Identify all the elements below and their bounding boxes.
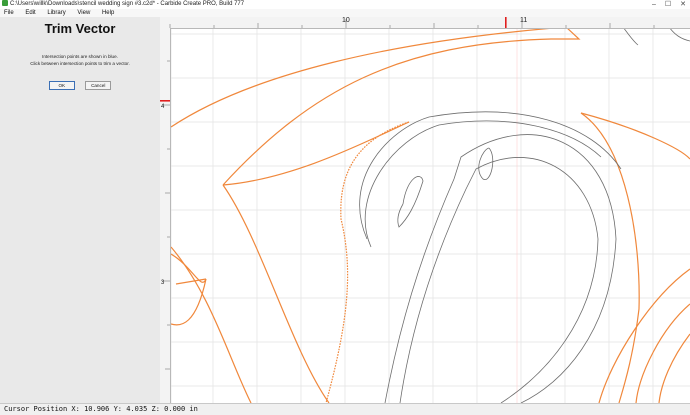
window-title: C:\Users\willk\Downloads\stencil wedding… [10, 1, 245, 7]
menu-bar: File Edit Library View Help [0, 9, 690, 17]
menu-edit[interactable]: Edit [25, 10, 35, 16]
ruler-label-3: 3 [161, 280, 165, 286]
minimize-button[interactable]: – [652, 1, 656, 8]
panel-buttons: OK Cancel [0, 74, 160, 92]
cancel-button[interactable]: Cancel [85, 81, 112, 90]
top-ruler-ticks [169, 17, 655, 28]
orange-vector-paths [171, 29, 690, 403]
close-button[interactable]: ✕ [680, 1, 686, 8]
ruler-label-10: 10 [342, 17, 350, 24]
window-controls: – ☐ ✕ [645, 0, 686, 9]
left-ruler-ticks [160, 60, 170, 370]
menu-view[interactable]: View [77, 10, 90, 16]
ruler-label-4: 4 [161, 104, 165, 110]
title-bar: C:\Users\willk\Downloads\stencil wedding… [0, 0, 690, 9]
left-ruler[interactable]: 4 3 [160, 28, 171, 403]
ok-button[interactable]: OK [48, 81, 75, 90]
instruction-line-1: Intersection points are shown in blue. [42, 54, 118, 59]
gray-letter-paths [359, 29, 690, 403]
cursor-x-marker [505, 17, 507, 28]
panel-title: Trim Vector [44, 21, 116, 36]
menu-library[interactable]: Library [47, 10, 65, 16]
top-ruler[interactable]: 10 11 [160, 17, 690, 29]
menu-help[interactable]: Help [102, 10, 114, 16]
instruction-line-2: Click between intersection points to tri… [30, 61, 130, 66]
cursor-position-readout: Cursor Position X: 10.906 Y: 4.035 Z: 0.… [4, 405, 198, 413]
design-canvas[interactable] [171, 29, 690, 403]
ruler-label-11: 11 [520, 17, 528, 24]
maximize-button[interactable]: ☐ [665, 1, 671, 8]
menu-file[interactable]: File [4, 10, 14, 16]
app-icon [2, 0, 8, 6]
grid-lines [171, 29, 690, 403]
trim-vector-panel: Trim Vector Intersection points are show… [0, 17, 161, 403]
cursor-y-marker [160, 100, 170, 102]
status-bar: Cursor Position X: 10.906 Y: 4.035 Z: 0.… [0, 403, 690, 414]
canvas-drawing [171, 29, 690, 403]
